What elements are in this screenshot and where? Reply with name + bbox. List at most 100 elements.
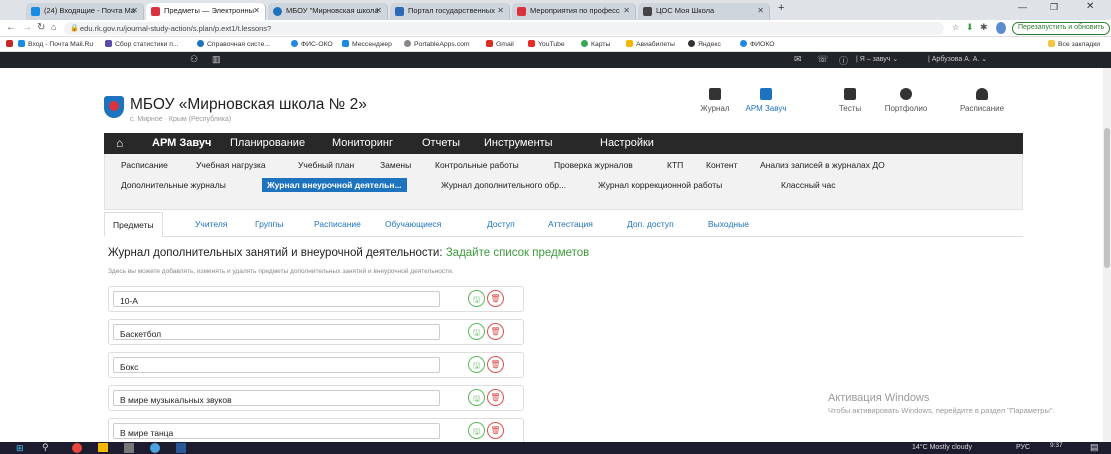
nav-schedule[interactable]: Расписание xyxy=(950,88,1014,113)
bookmark-mail[interactable]: Вход - Почта Mail.Ru xyxy=(18,40,93,48)
user-menu[interactable]: | Арбузова А. А. ⌄ xyxy=(928,55,987,63)
submenu-additional-education-journal[interactable]: Журнал дополнительного обр... xyxy=(441,180,566,190)
menu-settings[interactable]: Настройки xyxy=(600,133,654,154)
trash-icon[interactable]: 🗑 xyxy=(487,290,504,307)
submenu-schedule[interactable]: Расписание xyxy=(121,160,168,170)
browser-tab-mail[interactable]: (24) Входящие - Почта Ma ✕ xyxy=(26,3,144,20)
close-icon[interactable]: ✕ xyxy=(375,6,382,15)
mail-icon[interactable]: ✉ xyxy=(794,54,802,65)
reload-icon[interactable]: ↻ xyxy=(37,22,45,33)
library-icon[interactable]: ▥ xyxy=(212,54,221,65)
menu-tools[interactable]: Инструменты xyxy=(484,133,553,154)
menu-planning[interactable]: Планирование xyxy=(230,133,305,154)
users-icon[interactable]: ⚇ xyxy=(190,54,198,65)
tab-students[interactable]: Обучающиеся xyxy=(385,219,441,229)
role-selector[interactable]: | Я – завуч ⌄ xyxy=(856,55,898,63)
bookmark-fioko[interactable]: ФИОКО xyxy=(740,40,775,48)
nav-tests[interactable]: Тесты xyxy=(832,88,868,113)
avatar[interactable] xyxy=(996,22,1006,34)
school-name[interactable]: МБОУ «Мирновская школа № 2» xyxy=(130,96,367,114)
close-window-icon[interactable]: ✕ xyxy=(1086,1,1094,12)
forward-icon[interactable]: → xyxy=(22,22,32,33)
tab-schedule[interactable]: Расписание xyxy=(314,219,361,229)
subject-name-input[interactable] xyxy=(113,291,440,307)
submenu-control-works[interactable]: Контрольные работы xyxy=(435,160,519,170)
bookmark-avia[interactable]: Авиабилеты xyxy=(626,40,675,48)
close-icon[interactable]: ✕ xyxy=(253,6,260,15)
restart-update-button[interactable]: Перезапустить и обновить xyxy=(1012,22,1111,35)
page-scrollbar[interactable] xyxy=(1103,68,1111,442)
nav-arm-zavuch[interactable]: АРМ Завуч xyxy=(742,88,790,113)
submenu-analysis-do[interactable]: Анализ записей в журналах ДО xyxy=(760,160,885,170)
tab-teachers[interactable]: Учителя xyxy=(195,219,227,229)
trash-icon[interactable]: 🗑 xyxy=(487,389,504,406)
subject-name-input[interactable] xyxy=(113,324,440,340)
home-icon[interactable]: ⌂ xyxy=(116,132,123,153)
save-icon[interactable]: 🖫 xyxy=(468,323,485,340)
browser-tab-school[interactable]: МБОУ "Мирновская школа ✕ xyxy=(268,3,388,20)
submenu-extracurricular-journal[interactable]: Журнал внеурочной деятельн... xyxy=(262,178,407,192)
back-icon[interactable]: ← xyxy=(6,22,16,33)
nav-journal[interactable]: Журнал xyxy=(695,88,735,113)
search-icon[interactable]: ⚲ xyxy=(42,442,49,453)
clock[interactable]: 9:37 xyxy=(1050,442,1063,449)
bookmark-fis-oko[interactable]: ФИС-ОКО xyxy=(291,40,333,48)
tab-access[interactable]: Доступ xyxy=(487,219,515,229)
submenu-workload[interactable]: Учебная нагрузка xyxy=(196,160,266,170)
close-icon[interactable]: ✕ xyxy=(623,6,630,15)
bookmark-reference[interactable]: Справочная систе... xyxy=(197,40,270,48)
save-icon[interactable]: 🖫 xyxy=(468,356,485,373)
submenu-class-hour[interactable]: Классный час xyxy=(781,180,835,190)
bookmark-gmail[interactable]: Gmail xyxy=(486,40,514,48)
browser-tab-events[interactable]: Мероприятия по професс ✕ xyxy=(512,3,636,20)
minimize-icon[interactable]: — xyxy=(1018,2,1027,12)
submenu-journal-check[interactable]: Проверка журналов xyxy=(554,160,633,170)
bookmark-maps[interactable]: Карты xyxy=(581,40,610,48)
notifications-icon[interactable]: ▤ xyxy=(1090,442,1099,453)
bookmark-all[interactable]: Все закладки xyxy=(1048,40,1100,48)
save-icon[interactable]: 🖫 xyxy=(468,290,485,307)
submenu-ktp[interactable]: КТП xyxy=(667,160,683,170)
menu-reports[interactable]: Отчеты xyxy=(422,133,460,154)
weather-widget[interactable]: 14°C Mostly cloudy xyxy=(912,444,972,451)
browser-tab-subjects[interactable]: Предметы — Электронны ✕ xyxy=(146,3,266,20)
restore-icon[interactable]: ❐ xyxy=(1050,2,1058,13)
new-tab-icon[interactable]: + xyxy=(778,2,784,14)
submenu-additional-journals[interactable]: Дополнительные журналы xyxy=(121,180,226,190)
windows-start-icon[interactable]: ⊞ xyxy=(16,443,24,454)
download-icon[interactable]: ⬇ xyxy=(966,22,974,33)
browser-tab-gosuslugi[interactable]: Портал государственных ✕ xyxy=(390,3,510,20)
submenu-study-plan[interactable]: Учебный план xyxy=(298,160,354,170)
submenu-content[interactable]: Контент xyxy=(706,160,738,170)
extensions-icon[interactable]: ✱ xyxy=(980,22,988,33)
save-icon[interactable]: 🖫 xyxy=(468,422,485,439)
url-field[interactable]: 🔒 edu.rk.gov.ru/journal-study-action/s.p… xyxy=(64,22,944,35)
subject-name-input[interactable] xyxy=(113,390,440,406)
store-icon[interactable] xyxy=(124,443,134,453)
menu-arm-zavuch[interactable]: АРМ Завуч xyxy=(152,133,211,154)
tab-holidays[interactable]: Выходные xyxy=(708,219,749,229)
star-icon[interactable]: ☆ xyxy=(952,23,959,32)
language-indicator[interactable]: РУС xyxy=(1016,444,1030,451)
nav-portfolio[interactable]: Портфолио xyxy=(882,88,930,113)
close-icon[interactable]: ✕ xyxy=(757,6,764,15)
bookmark-youtube[interactable]: YouTube xyxy=(528,40,565,48)
subject-name-input[interactable] xyxy=(113,423,440,439)
menu-monitoring[interactable]: Мониторинг xyxy=(332,133,393,154)
trash-icon[interactable]: 🗑 xyxy=(487,323,504,340)
folder-icon[interactable] xyxy=(98,443,108,452)
close-icon[interactable]: ✕ xyxy=(131,6,138,15)
save-icon[interactable]: 🖫 xyxy=(468,389,485,406)
bookmark-yandex[interactable]: Яндекс xyxy=(688,40,721,48)
trash-icon[interactable]: 🗑 xyxy=(487,422,504,439)
browser-tab-cos[interactable]: ЦОС Моя Школа ✕ xyxy=(638,3,770,20)
tab-extra-access[interactable]: Доп. доступ xyxy=(627,219,674,229)
tab-attestation[interactable]: Аттестация xyxy=(548,219,593,229)
chrome-icon[interactable] xyxy=(72,443,82,453)
scrollbar-thumb[interactable] xyxy=(1104,128,1110,268)
help-icon[interactable]: ⓘ xyxy=(839,54,848,67)
messages-icon[interactable]: ☏ xyxy=(817,54,828,65)
close-icon[interactable]: ✕ xyxy=(497,6,504,15)
submenu-replacements[interactable]: Замены xyxy=(380,160,411,170)
bookmark-messenger[interactable]: Мессенджер xyxy=(342,40,392,48)
